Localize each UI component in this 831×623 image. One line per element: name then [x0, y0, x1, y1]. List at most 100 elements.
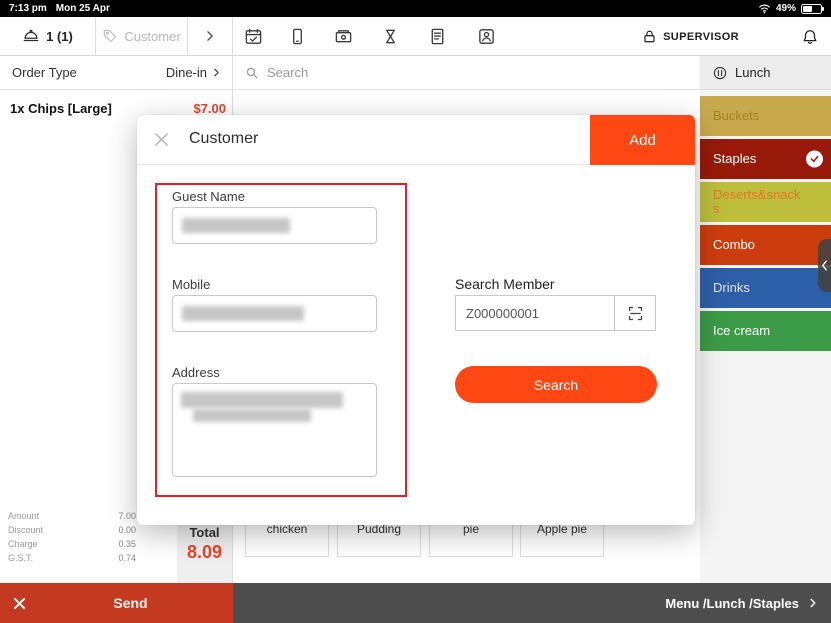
- member-id-input[interactable]: [455, 295, 615, 331]
- order-type-row[interactable]: Order Type Dine-in: [0, 56, 232, 90]
- totals-row: Discount 0.00: [8, 525, 136, 535]
- category-deserts-snacks[interactable]: Deserts&snacks: [700, 182, 831, 222]
- total-label: Total: [189, 525, 219, 540]
- totals-row: Amount 7.00: [8, 511, 136, 521]
- contacts-button[interactable]: [468, 17, 504, 56]
- search-member-label: Search Member: [455, 276, 555, 292]
- cash-drawer-button[interactable]: [325, 17, 361, 56]
- totals-label: Amount: [8, 511, 39, 521]
- tag-icon: [102, 28, 118, 44]
- close-x-icon: [12, 596, 27, 611]
- totals-label: Charge: [8, 539, 38, 549]
- order-item-name: 1x Chips [Large]: [10, 101, 112, 116]
- member-search-row: [455, 295, 656, 331]
- receipt-icon: [428, 27, 447, 46]
- supervisor-label: SUPERVISOR: [663, 31, 739, 43]
- mobile-field[interactable]: [172, 295, 377, 332]
- status-time: 7:13 pm: [9, 3, 47, 14]
- category-buckets[interactable]: Buckets: [700, 96, 831, 136]
- tab-expand-button[interactable]: [188, 17, 233, 55]
- receipts-button[interactable]: [419, 17, 455, 56]
- status-bar: 7:13 pm Mon 25 Apr 49%: [0, 0, 831, 17]
- category-label: Buckets: [713, 109, 759, 123]
- category-combo[interactable]: Combo: [700, 225, 831, 265]
- order-tab-label: 1 (1): [46, 29, 73, 44]
- menu-period-label: Lunch: [735, 65, 770, 80]
- lock-icon: [642, 29, 657, 44]
- add-button[interactable]: Add: [590, 115, 695, 165]
- status-date: Mon 25 Apr: [56, 3, 110, 14]
- category-label: Drinks: [713, 281, 750, 295]
- category-sidebar: Lunch Buckets Staples Deserts&snacks Com…: [700, 56, 831, 583]
- calendar-check-icon: [244, 27, 263, 46]
- redacted-value: [193, 409, 311, 422]
- breadcrumb: Menu /Lunch /Staples: [665, 596, 799, 611]
- dine-in-table-icon: [22, 27, 40, 45]
- modal-close-button[interactable]: [153, 131, 170, 148]
- customer-tab[interactable]: Customer: [96, 17, 188, 55]
- sidebar-collapse-handle[interactable]: [818, 239, 831, 292]
- totals-value: 7.00: [118, 511, 136, 521]
- meal-icon: [712, 65, 728, 81]
- totals-row: Charge 0.35: [8, 539, 136, 549]
- redacted-value: [182, 218, 290, 233]
- order-line-item[interactable]: 1x Chips [Large] $7.00: [0, 90, 232, 116]
- breadcrumb-bar: Menu /Lunch /Staples: [233, 583, 831, 623]
- search-icon: [245, 66, 259, 80]
- totals-label: Discount: [8, 525, 43, 535]
- totals-value: 0.35: [118, 539, 136, 549]
- battery-percent: 49%: [776, 3, 796, 14]
- top-toolbar: 1 (1) Customer: [0, 17, 831, 56]
- mobile-orders-button[interactable]: [279, 17, 315, 56]
- reservations-button[interactable]: [235, 17, 271, 56]
- supervisor-button[interactable]: SUPERVISOR: [642, 17, 739, 56]
- member-search-button[interactable]: Search: [455, 366, 657, 403]
- modal-header: Customer Add: [137, 115, 695, 165]
- redacted-value: [182, 306, 304, 321]
- chevron-right-icon: [203, 29, 217, 43]
- totals-row: G.S.T. 0.74: [8, 553, 136, 563]
- pos-app: 7:13 pm Mon 25 Apr 49% 1 (1): [0, 0, 831, 623]
- scan-icon: [627, 305, 644, 322]
- search-bar[interactable]: [233, 56, 700, 90]
- chevron-right-icon[interactable]: [807, 597, 819, 609]
- address-field[interactable]: [172, 383, 377, 477]
- category-ice-cream[interactable]: Ice cream: [700, 311, 831, 351]
- wifi-icon: [758, 3, 771, 14]
- notifications-button[interactable]: [801, 17, 819, 56]
- scan-member-button[interactable]: [614, 295, 656, 331]
- category-label: Ice cream: [713, 324, 770, 338]
- category-staples[interactable]: Staples: [700, 139, 831, 179]
- category-label: Deserts&snacks: [713, 188, 805, 216]
- pending-orders-button[interactable]: [372, 17, 408, 56]
- category-label: Staples: [713, 152, 756, 166]
- guest-name-label: Guest Name: [172, 189, 245, 204]
- order-tab[interactable]: 1 (1): [0, 17, 96, 55]
- send-button[interactable]: Send: [38, 595, 233, 611]
- redacted-value: [181, 392, 343, 408]
- category-label: Combo: [713, 238, 755, 252]
- selected-check-icon: [806, 151, 823, 168]
- order-type-label: Order Type: [12, 65, 77, 80]
- total-value: 8.09: [187, 542, 222, 563]
- chevron-left-icon: [821, 260, 828, 271]
- order-type-value: Dine-in: [166, 65, 207, 80]
- search-input[interactable]: [267, 56, 700, 89]
- customer-tab-label: Customer: [124, 29, 180, 44]
- battery-icon: [801, 4, 822, 14]
- cancel-button[interactable]: [0, 583, 38, 623]
- hourglass-icon: [381, 27, 400, 46]
- customer-modal: Customer Add Guest Name Mobile Address S…: [137, 115, 695, 525]
- totals-value: 0.74: [118, 553, 136, 563]
- contacts-icon: [477, 27, 496, 46]
- menu-period-header[interactable]: Lunch: [700, 56, 831, 90]
- bell-icon: [801, 28, 819, 46]
- send-section: Send: [0, 583, 233, 623]
- bottom-bar: Send Menu /Lunch /Staples: [0, 583, 831, 623]
- category-drinks[interactable]: Drinks: [700, 268, 831, 308]
- totals-label: G.S.T.: [8, 553, 33, 563]
- guest-name-field[interactable]: [172, 207, 377, 244]
- chevron-right-icon: [211, 67, 222, 78]
- cash-drawer-icon: [334, 27, 353, 46]
- order-item-price: $7.00: [193, 101, 226, 116]
